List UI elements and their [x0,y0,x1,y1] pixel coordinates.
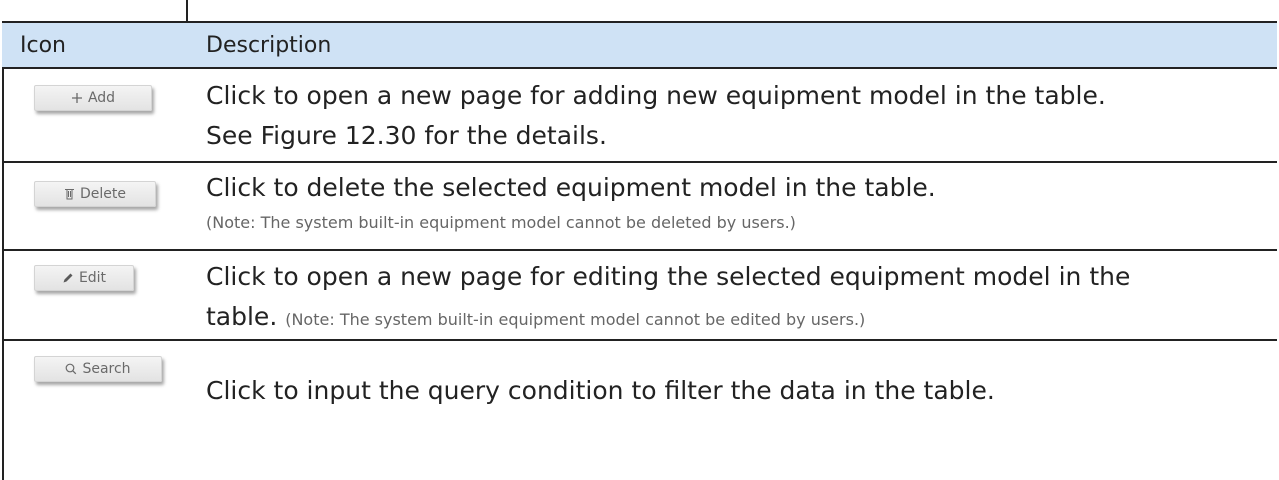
search-icon [65,363,77,375]
icon-cell: Edit [2,251,188,339]
description-line: Click to delete the selected equipment m… [206,173,936,202]
delete-button-label: Delete [80,186,126,202]
description-cell: Click to open a new page for adding new … [188,69,1277,161]
table-row-delete: Delete Click to delete the selected equi… [2,161,1277,249]
trash-icon [64,188,75,200]
description-cell: Click to open a new page for editing the… [188,251,1277,339]
add-button[interactable]: Add [34,85,152,111]
search-button[interactable]: Search [34,356,162,382]
description-line: Click to input the query condition to fi… [206,376,995,405]
pencil-icon [62,272,74,284]
column-divider-tick [186,0,188,21]
description-cell: Click to input the query condition to fi… [188,341,1277,427]
delete-button[interactable]: Delete [34,181,156,207]
add-button-label: Add [87,90,116,106]
description-line: See Figure 12.30 for the details. [206,121,607,150]
icon-description-table: Icon Description Add Click to open a new… [2,21,1277,427]
table-row-search: Search Click to input the query conditio… [2,339,1277,427]
table-row-add: Add Click to open a new page for adding … [2,67,1277,161]
header-icon-column: Icon [20,32,66,58]
description-cell: Click to delete the selected equipment m… [188,163,1277,249]
icon-cell: Search [2,341,188,427]
icon-cell: Add [2,69,188,161]
description-line: Click to open a new page for editing the… [206,262,1131,291]
search-button-label: Search [82,361,131,377]
plus-icon [71,92,83,104]
table-row-edit: Edit Click to open a new page for editin… [2,249,1277,339]
description-line: table. (Note: The system built-in equipm… [206,297,1269,340]
description-line: Click to open a new page for adding new … [206,81,1106,110]
description-note: (Note: The system built-in equipment mod… [206,213,796,232]
header-description-column: Description [206,32,332,58]
description-text: table. [206,302,278,331]
icon-cell: Delete [2,163,188,249]
edit-button[interactable]: Edit [34,265,134,291]
edit-button-label: Edit [78,270,107,286]
table-header-row: Icon Description [2,21,1277,67]
description-note: (Note: The system built-in equipment mod… [285,310,866,329]
